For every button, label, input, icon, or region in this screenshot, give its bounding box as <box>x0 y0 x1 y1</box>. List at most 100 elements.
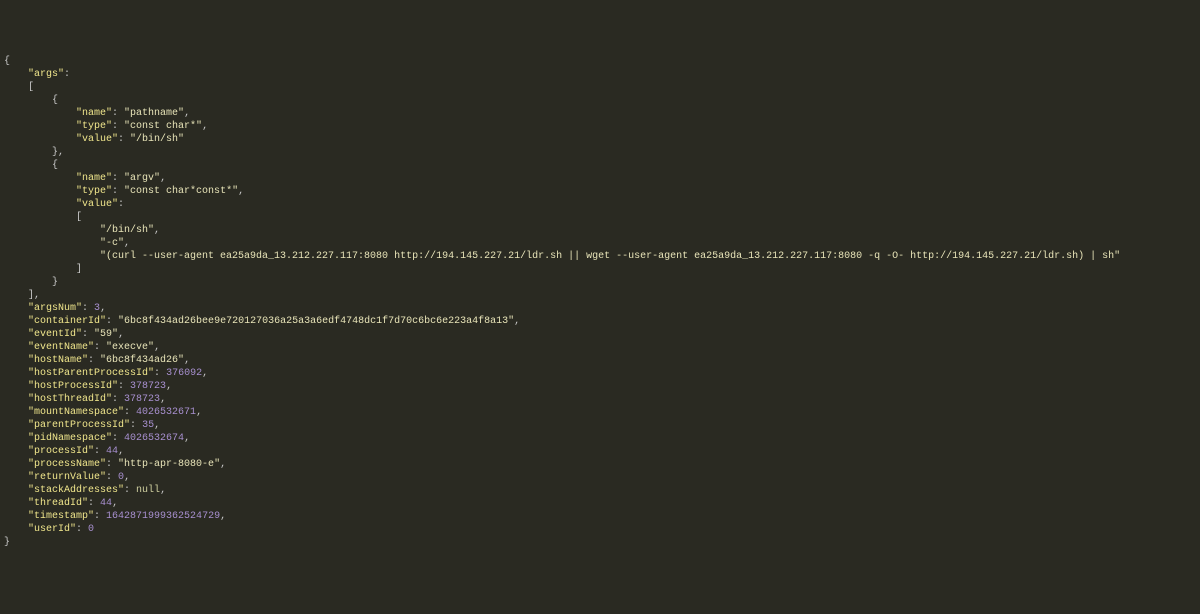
json-code-block: { "args": [ { "name": "pathname", "type"… <box>4 55 1196 549</box>
code-line: "args": <box>4 68 1196 81</box>
code-line: "hostName": "6bc8f434ad26", <box>4 354 1196 367</box>
json-number: 4026532674 <box>124 433 184 444</box>
json-key: "pidNamespace" <box>28 433 112 444</box>
json-punct: , <box>160 485 166 496</box>
json-punct: : <box>76 524 88 535</box>
code-line: "processName": "http-apr-8080-e", <box>4 458 1196 471</box>
code-line: "threadId": 44, <box>4 497 1196 510</box>
json-punct: , <box>238 186 244 197</box>
json-punct: , <box>184 433 190 444</box>
json-punct: : <box>130 420 142 431</box>
json-punct: , <box>166 381 172 392</box>
json-key: "value" <box>76 199 118 210</box>
json-punct: , <box>220 511 226 522</box>
json-string: "pathname" <box>124 108 184 119</box>
json-key: "processId" <box>28 446 94 457</box>
code-line: "hostProcessId": 378723, <box>4 380 1196 393</box>
json-string: "http-apr-8080-e" <box>118 459 220 470</box>
json-string: "6bc8f434ad26" <box>100 355 184 366</box>
json-punct: : <box>64 69 70 80</box>
json-string: "const char*" <box>124 121 202 132</box>
json-punct: : <box>94 511 106 522</box>
json-number: 44 <box>106 446 118 457</box>
json-punct: { <box>4 56 10 67</box>
json-string: "argv" <box>124 173 160 184</box>
json-key: "hostName" <box>28 355 88 366</box>
json-punct: ], <box>28 290 40 301</box>
json-key: "eventName" <box>28 342 94 353</box>
json-key: "value" <box>76 134 118 145</box>
code-line: "stackAddresses": null, <box>4 484 1196 497</box>
json-string: "const char*const*" <box>124 186 238 197</box>
json-punct: : <box>112 433 124 444</box>
json-number: 378723 <box>124 394 160 405</box>
json-punct: , <box>154 342 160 353</box>
json-punct: : <box>112 121 124 132</box>
json-key: "hostThreadId" <box>28 394 112 405</box>
json-punct: : <box>82 329 94 340</box>
json-punct: : <box>112 394 124 405</box>
json-punct: , <box>118 446 124 457</box>
json-punct: , <box>160 173 166 184</box>
code-line: "processId": 44, <box>4 445 1196 458</box>
code-line: "hostParentProcessId": 376092, <box>4 367 1196 380</box>
json-punct: , <box>154 225 160 236</box>
code-line: "argsNum": 3, <box>4 302 1196 315</box>
code-line: "-c", <box>4 237 1196 250</box>
json-key: "args" <box>28 69 64 80</box>
json-key: "name" <box>76 173 112 184</box>
json-string: "6bc8f434ad26bee9e720127036a25a3a6edf474… <box>118 316 514 327</box>
json-number: 0 <box>88 524 94 535</box>
json-punct: : <box>106 472 118 483</box>
json-key: "hostParentProcessId" <box>28 368 154 379</box>
json-number: 1642871999362524729 <box>106 511 220 522</box>
json-key: "hostProcessId" <box>28 381 118 392</box>
code-line: "returnValue": 0, <box>4 471 1196 484</box>
json-string: "execve" <box>106 342 154 353</box>
json-key: "returnValue" <box>28 472 106 483</box>
json-punct: , <box>184 108 190 119</box>
code-line: [ <box>4 81 1196 94</box>
json-punct: : <box>118 199 124 210</box>
code-line: "value": <box>4 198 1196 211</box>
json-key: "type" <box>76 121 112 132</box>
json-punct: { <box>52 160 58 171</box>
json-punct: , <box>160 394 166 405</box>
code-line: "name": "pathname", <box>4 107 1196 120</box>
json-punct: , <box>154 420 160 431</box>
json-punct: , <box>514 316 520 327</box>
json-punct: , <box>184 355 190 366</box>
code-line: "eventId": "59", <box>4 328 1196 341</box>
json-punct: : <box>112 108 124 119</box>
code-line: } <box>4 276 1196 289</box>
code-line: ], <box>4 289 1196 302</box>
code-line: "userId": 0 <box>4 523 1196 536</box>
json-punct: : <box>82 303 94 314</box>
json-key: "mountNamespace" <box>28 407 124 418</box>
code-line: "/bin/sh", <box>4 224 1196 237</box>
json-punct: , <box>220 459 226 470</box>
json-punct: , <box>196 407 202 418</box>
json-punct: , <box>112 498 118 509</box>
json-number: 4026532671 <box>136 407 196 418</box>
json-punct: : <box>118 134 130 145</box>
json-punct: ] <box>76 264 82 275</box>
json-key: "type" <box>76 186 112 197</box>
json-key: "name" <box>76 108 112 119</box>
code-line: { <box>4 55 1196 68</box>
json-key: "threadId" <box>28 498 88 509</box>
code-line: "type": "const char*const*", <box>4 185 1196 198</box>
code-line: [ <box>4 211 1196 224</box>
json-punct: } <box>4 537 10 548</box>
json-key: "parentProcessId" <box>28 420 130 431</box>
json-punct: , <box>202 368 208 379</box>
json-number: 376092 <box>166 368 202 379</box>
code-line: "eventName": "execve", <box>4 341 1196 354</box>
code-line: "timestamp": 1642871999362524729, <box>4 510 1196 523</box>
json-punct: { <box>52 95 58 106</box>
json-punct: : <box>124 485 136 496</box>
json-punct: , <box>124 472 130 483</box>
json-punct: : <box>106 316 118 327</box>
json-punct: [ <box>76 212 82 223</box>
json-number: 44 <box>100 498 112 509</box>
